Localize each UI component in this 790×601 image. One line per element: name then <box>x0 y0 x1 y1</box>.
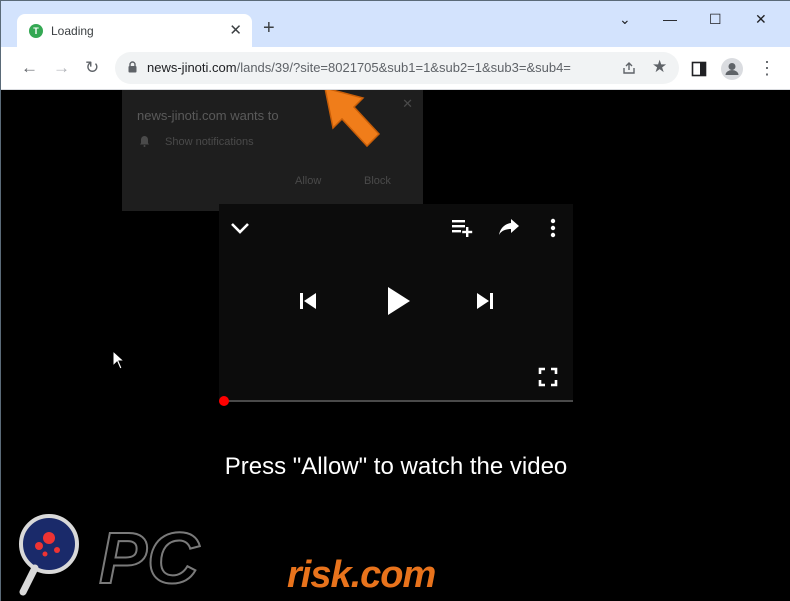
bell-icon <box>140 136 149 147</box>
close-window-button[interactable]: ✕ <box>755 11 767 28</box>
block-button[interactable]: Block <box>364 175 391 187</box>
sidepanel-icon[interactable] <box>691 61 707 77</box>
profile-avatar[interactable] <box>721 58 743 80</box>
url-text[interactable]: news-jinoti.com/lands/39/?site=8021705&s… <box>147 60 607 75</box>
page-content: news-jinoti.com wants to ✕ Show notifica… <box>1 90 790 601</box>
profile-icon <box>725 63 739 75</box>
chevron-down-icon[interactable] <box>230 221 250 235</box>
tab-title: Loading <box>51 24 94 38</box>
magnifier-logo-icon <box>19 514 79 596</box>
tab-bar: T Loading ✕ + ⌄ — ☐ ✕ <box>1 1 790 47</box>
lock-icon[interactable] <box>128 61 137 73</box>
pcrisk-watermark: PC risk.com <box>17 510 457 600</box>
notification-close-icon[interactable]: ✕ <box>402 96 413 112</box>
browser-window: T Loading ✕ + ⌄ — ☐ ✕ ← → ↻ news-jinoti.… <box>0 0 790 601</box>
allow-instruction-caption: Press "Allow" to watch the video <box>224 453 568 480</box>
play-icon[interactable] <box>386 285 412 317</box>
orange-arrow-pointer-icon <box>324 90 381 148</box>
url-host: news-jinoti.com <box>147 60 237 75</box>
share-arrow-icon[interactable] <box>498 218 520 236</box>
address-bar[interactable]: news-jinoti.com/lands/39/?site=8021705&s… <box>115 52 679 84</box>
url-path: /lands/39/?site=8021705&sub1=1&sub2=1&su… <box>236 60 571 75</box>
tab-close-icon[interactable]: ✕ <box>229 21 242 39</box>
tab-search-chevron-icon[interactable]: ⌄ <box>619 11 631 28</box>
browser-toolbar: ← → ↻ news-jinoti.com/lands/39/?site=802… <box>1 47 790 90</box>
maximize-button[interactable]: ☐ <box>709 11 722 28</box>
new-tab-button[interactable]: + <box>263 18 275 38</box>
skip-previous-icon[interactable] <box>298 291 318 311</box>
reload-button[interactable]: ↻ <box>85 58 99 78</box>
watermark-pc-logo: PC <box>98 518 200 600</box>
notification-prompt-title: news-jinoti.com wants to <box>137 108 279 123</box>
favicon-icon: T <box>29 24 43 38</box>
allow-button[interactable]: Allow <box>295 175 321 187</box>
tab-loading[interactable]: T Loading ✕ <box>17 14 252 47</box>
minimize-button[interactable]: — <box>663 11 677 27</box>
more-vert-icon[interactable] <box>549 218 557 238</box>
forward-button[interactable]: → <box>53 58 70 78</box>
skip-next-icon[interactable] <box>475 291 495 311</box>
browser-menu-icon[interactable]: ⋮ <box>758 58 776 79</box>
fullscreen-icon[interactable] <box>538 367 558 387</box>
notification-permission-text: Show notifications <box>165 136 254 148</box>
share-icon[interactable] <box>621 60 637 76</box>
watermark-risk-text: risk.com <box>287 554 436 596</box>
back-button[interactable]: ← <box>21 58 38 78</box>
video-progress-bar[interactable] <box>223 400 573 402</box>
mouse-cursor-icon <box>112 350 126 370</box>
video-progress-handle[interactable] <box>219 396 229 406</box>
bookmark-star-icon[interactable]: ★ <box>652 57 667 77</box>
playlist-add-icon[interactable] <box>451 218 475 238</box>
